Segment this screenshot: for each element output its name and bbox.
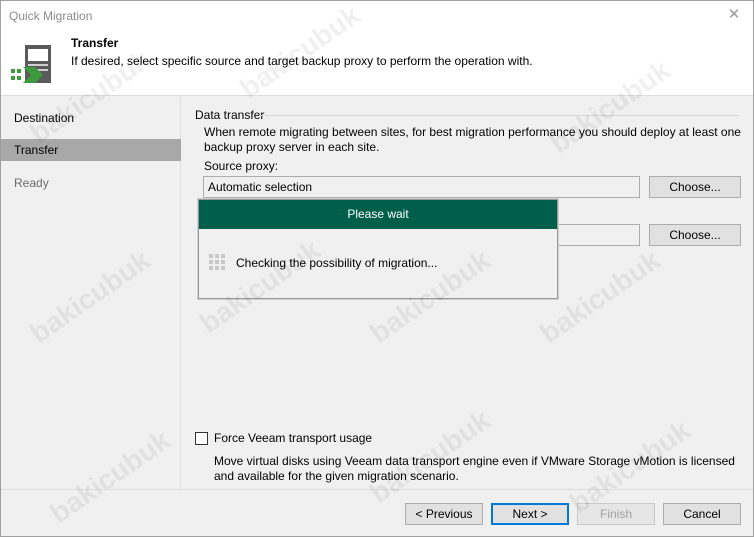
source-proxy-label: Source proxy:: [204, 159, 279, 173]
wizard-header: Transfer If desired, select specific sou…: [1, 31, 753, 96]
progress-spinner-icon: [209, 254, 227, 270]
next-button[interactable]: Next >: [491, 503, 569, 525]
force-transport-description: Move virtual disks using Veeam data tran…: [214, 454, 735, 483]
force-transport-label[interactable]: Force Veeam transport usage: [214, 431, 372, 445]
page-description: If desired, select specific source and t…: [71, 54, 533, 68]
finish-button: Finish: [577, 503, 655, 525]
previous-button[interactable]: < Previous: [405, 503, 483, 525]
target-proxy-choose-button[interactable]: Choose...: [649, 224, 741, 246]
source-proxy-field[interactable]: Automatic selection: [203, 176, 640, 198]
sidebar-item-transfer[interactable]: Transfer: [1, 139, 181, 161]
please-wait-dialog: Please wait Checking the possibility of …: [198, 199, 558, 299]
data-transfer-description: When remote migrating between sites, for…: [204, 125, 741, 154]
sidebar-item-ready: Ready: [14, 176, 49, 190]
please-wait-title: Please wait: [199, 200, 557, 229]
wizard-footer: < Previous Next > Finish Cancel: [1, 489, 753, 536]
transfer-icon: [11, 45, 51, 83]
source-proxy-choose-button[interactable]: Choose...: [649, 176, 741, 198]
quick-migration-window: Quick Migration ✕ Transfer If desired, s…: [0, 0, 754, 537]
sidebar-item-destination[interactable]: Destination: [1, 107, 181, 129]
window-title: Quick Migration: [9, 9, 93, 23]
page-title: Transfer: [71, 36, 119, 50]
group-divider: [259, 115, 739, 116]
force-transport-checkbox[interactable]: [195, 432, 208, 445]
close-icon[interactable]: ✕: [725, 6, 743, 24]
title-bar: Quick Migration ✕: [1, 1, 753, 31]
please-wait-message: Checking the possibility of migration...: [236, 256, 438, 270]
cancel-button[interactable]: Cancel: [663, 503, 741, 525]
wizard-steps: Destination Transfer Ready: [1, 97, 181, 489]
data-transfer-group-label: Data transfer: [195, 108, 265, 122]
